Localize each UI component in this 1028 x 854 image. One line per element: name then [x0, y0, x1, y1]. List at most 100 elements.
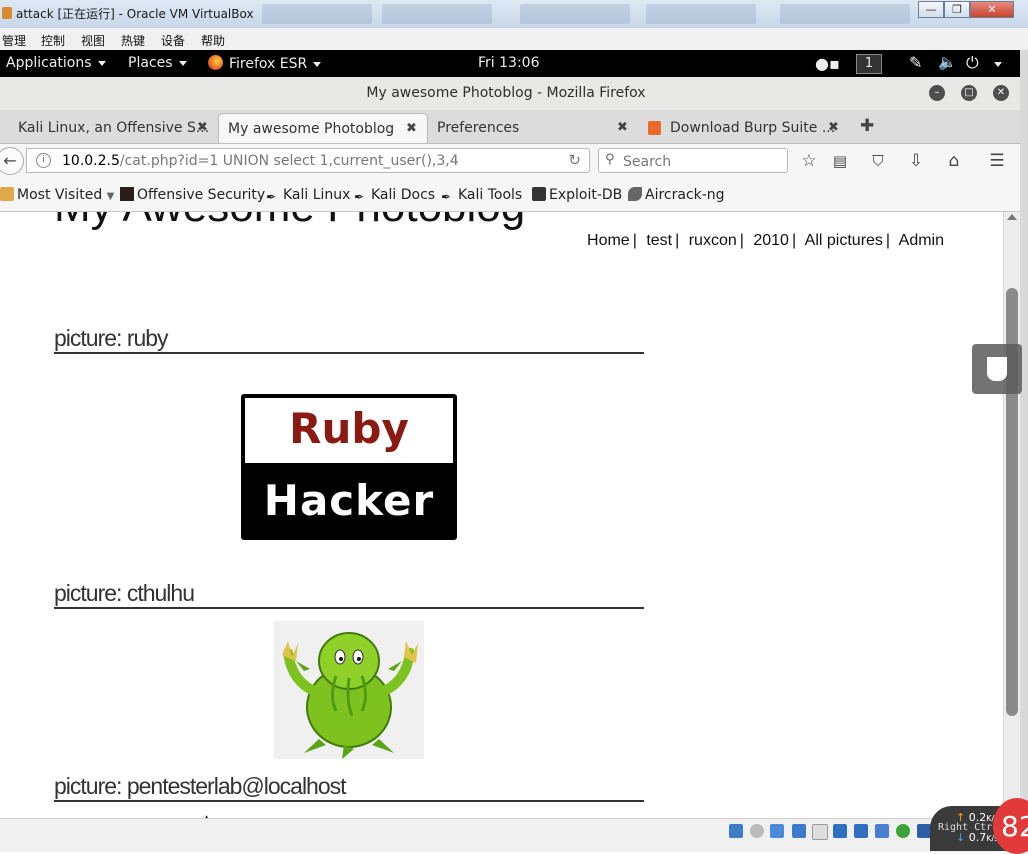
menu-view[interactable]: 视图: [81, 32, 105, 49]
close-tab-icon[interactable]: ✖: [197, 120, 208, 135]
exploit-db-icon: [532, 187, 546, 201]
chevron-down-icon: [97, 60, 106, 66]
bookmark-offensive-security[interactable]: Offensive Security: [120, 187, 265, 203]
site-info-icon[interactable]: i: [36, 153, 51, 168]
network-icon[interactable]: [792, 824, 806, 838]
bookmark-exploit-db[interactable]: Exploit-DB: [532, 187, 622, 203]
nav-test-link[interactable]: test: [646, 232, 672, 249]
workspace-indicator[interactable]: 1: [856, 54, 882, 74]
url-bar[interactable]: i 10.0.2.5/cat.php?id=1 UNION select 1,c…: [26, 148, 590, 173]
tab-label: Download Burp Suite ...: [670, 120, 836, 136]
nav-ruxcon-link[interactable]: ruxcon: [689, 232, 737, 249]
url-text[interactable]: 10.0.2.5/cat.php?id=1 UNION select 1,cur…: [62, 153, 459, 169]
hamburger-menu-icon[interactable]: ☰: [986, 150, 1008, 172]
close-tab-icon[interactable]: ✖: [828, 120, 839, 135]
nav-2010-link[interactable]: 2010: [753, 232, 789, 249]
firefox-icon: [208, 55, 223, 70]
bookmark-kali-tools[interactable]: ✒ Kali Tools: [441, 187, 522, 204]
ff-close-button[interactable]: ✕: [993, 85, 1009, 101]
video-capture-icon[interactable]: [875, 824, 889, 838]
menu-control[interactable]: 控制: [41, 32, 65, 49]
menu-devices[interactable]: 设备: [161, 32, 185, 49]
nav-admin-link[interactable]: Admin: [899, 232, 944, 249]
tab-photoblog[interactable]: My awesome Photoblog ✖: [218, 113, 428, 143]
chevron-down-icon: [313, 61, 322, 67]
search-box[interactable]: ⚲: [598, 148, 788, 173]
bookmark-kali-linux[interactable]: ✒ Kali Linux: [266, 187, 350, 204]
volume-icon[interactable]: 🔈: [938, 53, 957, 71]
optical-drive-icon[interactable]: [750, 824, 764, 838]
chevron-down-icon: ▼: [106, 191, 115, 202]
firefox-window-title: My awesome Photoblog - Mozilla Firefox: [366, 85, 646, 101]
menu-manage[interactable]: 管理: [2, 32, 26, 49]
net-download-speed: ↓ 0.7K/s: [956, 831, 998, 844]
bookmark-kali-docs[interactable]: ✒ Kali Docs: [354, 187, 435, 204]
shared-folders-icon[interactable]: [833, 824, 847, 838]
new-tab-icon[interactable]: ✚: [860, 116, 874, 136]
tab-burp-suite[interactable]: Download Burp Suite ... ✖: [640, 113, 850, 143]
ff-minimize-button[interactable]: –: [929, 85, 945, 101]
bookmark-aircrack-ng[interactable]: Aircrack-ng: [628, 187, 725, 203]
bookmark-label: Kali Tools: [458, 187, 523, 203]
audio-icon[interactable]: [770, 824, 784, 838]
downloads-icon[interactable]: ⇩: [905, 150, 927, 172]
power-icon[interactable]: ⏻: [966, 53, 979, 73]
background-taskbar-item: [520, 4, 630, 24]
camera-icon[interactable]: ●▪: [815, 54, 840, 73]
nav-home-link[interactable]: Home: [587, 232, 630, 249]
maximize-button[interactable]: ❐: [944, 1, 970, 18]
virtualization-icon[interactable]: [896, 824, 910, 838]
system-menu-chevron-icon[interactable]: [994, 62, 1002, 67]
picture-heading: picture: cthulhu: [54, 579, 644, 609]
mouse-integration-icon[interactable]: [917, 824, 931, 838]
places-menu[interactable]: Places: [128, 55, 187, 71]
reload-icon[interactable]: ↻: [568, 151, 581, 169]
menu-hotkeys[interactable]: 热键: [121, 32, 145, 49]
places-label: Places: [128, 55, 173, 71]
bookmark-most-visited[interactable]: Most Visited ▼: [0, 187, 114, 203]
page-scrollbar[interactable]: [1003, 212, 1021, 818]
ff-maximize-button[interactable]: □: [961, 85, 977, 101]
virtualbox-statusbar: [0, 818, 1028, 852]
usb-icon[interactable]: [812, 824, 828, 840]
usb-overlay-widget[interactable]: [972, 344, 1022, 394]
tab-label: Kali Linux, an Offensive S...: [18, 120, 210, 136]
tab-preferences[interactable]: Preferences ✖: [428, 113, 640, 143]
url-path: /cat.php?id=1 UNION select 1,current_use…: [119, 153, 459, 169]
navigation-toolbar: ← i 10.0.2.5/cat.php?id=1 UNION select 1…: [0, 144, 1020, 178]
scroll-up-arrow-icon[interactable]: [1007, 214, 1017, 220]
close-window-button[interactable]: ✕: [970, 1, 1014, 18]
ruby-hacker-image[interactable]: Ruby Hacker: [241, 394, 457, 540]
back-arrow-icon[interactable]: ←: [0, 147, 24, 175]
bookmark-label: Kali Linux: [283, 187, 351, 203]
search-input[interactable]: [621, 151, 785, 172]
tab-label: Preferences: [437, 120, 520, 136]
aircrack-icon: [628, 187, 642, 201]
download-arrow-icon: ↓: [956, 831, 966, 844]
bookmark-label: Kali Docs: [371, 187, 436, 203]
cthulhu-image[interactable]: [274, 621, 424, 759]
nav-all-pictures-link[interactable]: All pictures: [805, 232, 883, 249]
bookmark-star-icon[interactable]: ☆: [798, 150, 820, 172]
applications-menu[interactable]: Applications: [6, 55, 106, 71]
virtualbox-window-title: attack [正在运行] - Oracle VM VirtualBox: [16, 7, 254, 21]
display-icon[interactable]: [854, 824, 868, 838]
chevron-down-icon: [178, 60, 187, 66]
hard-disk-icon[interactable]: [729, 824, 743, 838]
home-icon[interactable]: ⌂: [943, 150, 965, 172]
clock[interactable]: Fri 13:06: [478, 55, 539, 71]
menu-help[interactable]: 帮助: [201, 32, 225, 49]
firefox-app-menu[interactable]: Firefox ESR: [208, 55, 322, 72]
close-tab-icon[interactable]: ✖: [617, 120, 628, 135]
reading-list-icon[interactable]: ▤: [829, 150, 851, 172]
tab-strip: Kali Linux, an Offensive S... ✖ My aweso…: [0, 110, 1020, 144]
hacker-image-text: Hacker: [263, 476, 435, 525]
close-tab-icon[interactable]: ✖: [406, 121, 417, 136]
cthulhu-illustration: [282, 632, 418, 759]
minimize-button[interactable]: —: [918, 1, 944, 18]
pocket-icon[interactable]: ⛉: [867, 150, 889, 172]
bookmark-label: Most Visited: [17, 187, 103, 203]
virtualbox-titlebar: attack [正在运行] - Oracle VM VirtualBox — ❐…: [0, 0, 1028, 28]
pen-icon[interactable]: ✎: [909, 53, 922, 72]
tab-kali-linux[interactable]: Kali Linux, an Offensive S... ✖: [0, 113, 218, 143]
